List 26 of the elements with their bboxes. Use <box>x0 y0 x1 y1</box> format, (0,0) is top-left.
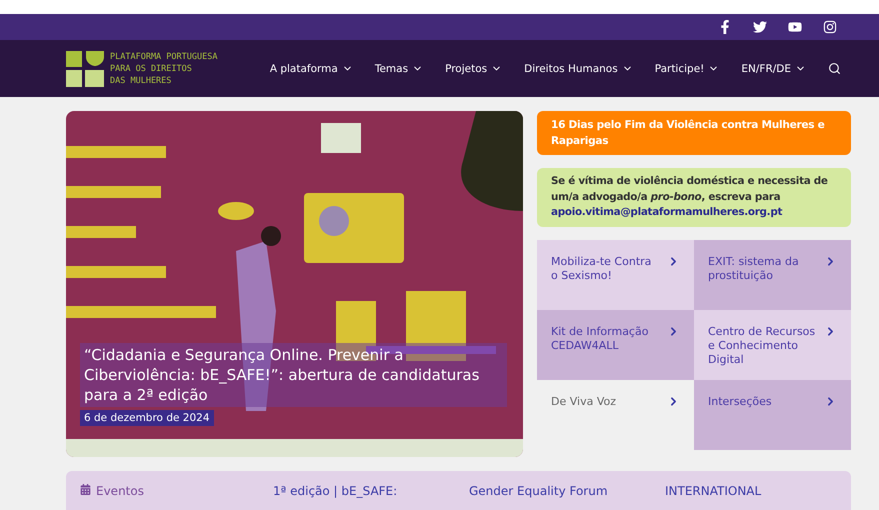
logo-text[interactable]: PLATAFORMA PORTUGUESA PARA OS DIREITOS DAS MULHERES <box>110 50 218 86</box>
youtube-icon[interactable] <box>788 20 802 34</box>
calendar-icon <box>80 484 91 495</box>
topic-tile[interactable]: Centro de Recursos e Conhecimento Digital <box>694 310 851 380</box>
twitter-icon[interactable] <box>753 20 767 34</box>
email-link[interactable]: apoio.vitima@plataformamulheres.org.pt <box>551 206 782 218</box>
nav-item[interactable]: Projetos <box>445 62 502 74</box>
topic-tile[interactable]: Interseções <box>694 380 851 450</box>
event-link[interactable]: Gender Equality Forum <box>469 484 665 510</box>
feature-date: 6 de dezembro de 2024 <box>80 410 214 426</box>
event-link[interactable]: 1ª edição | bE_SAFE: <box>273 484 469 510</box>
logo-icon[interactable] <box>66 50 104 86</box>
events-title: Eventos <box>80 484 273 510</box>
nav-item[interactable]: Participe! <box>654 62 720 74</box>
nav-item[interactable]: A plataforma <box>270 62 353 74</box>
instagram-icon[interactable] <box>823 20 837 34</box>
feature-caption[interactable]: “Cidadania e Segurança Online. Prevenir a Ciberviolência: bE_SAFE!”: abertura de candidaturas para a 2ª edição <box>80 343 507 407</box>
topic-tile[interactable]: Mobiliza-te Contra o Sexismo! <box>537 240 694 310</box>
event-link[interactable]: INTERNATIONAL <box>665 484 845 510</box>
nav-item[interactable]: Direitos Humanos <box>524 62 633 74</box>
topic-tile[interactable]: Kit de Informação CEDAW4ALL <box>537 310 694 380</box>
search-icon[interactable] <box>828 62 841 75</box>
nav-item[interactable]: Temas <box>374 62 424 74</box>
topic-tile[interactable]: EXIT: sistema da prostituição <box>694 240 851 310</box>
notice-text: Se é vítima de violência doméstica e necessita de um/a advogado/a pro-bono, escreva para <box>551 175 828 202</box>
nav-item[interactable]: EN/FR/DE <box>741 62 806 74</box>
